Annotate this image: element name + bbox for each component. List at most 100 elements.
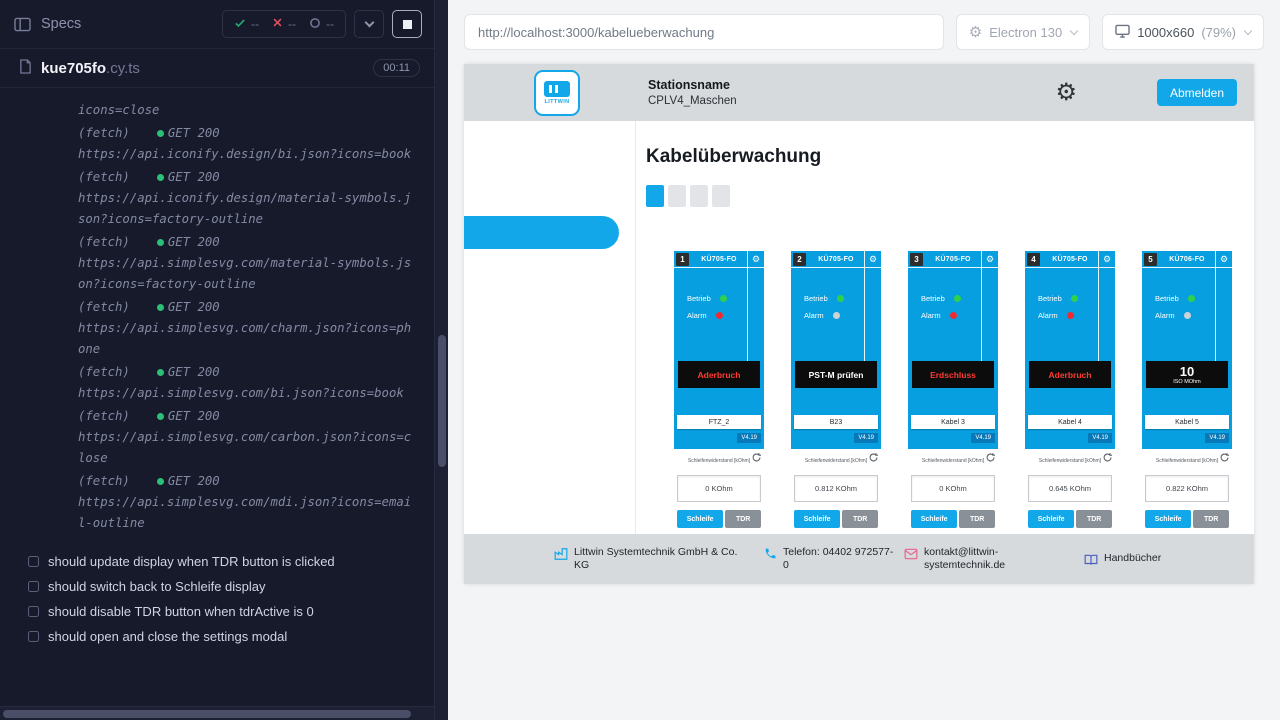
- viewport-size: 1000x660: [1137, 25, 1194, 40]
- fetch-label: (fetch): [78, 167, 130, 188]
- footer-item[interactable]: kontakt@littwin-systemtechnik.de: [904, 546, 1084, 572]
- browser-select[interactable]: ⚙ Electron 130: [956, 14, 1090, 50]
- browser-preview: http://localhost:3000/kabelueberwachung …: [448, 0, 1280, 720]
- device-status: Erdschluss: [912, 361, 994, 388]
- device-card: 2 KÜ705-FO ⚙ Betrieb Alarm PST-M prüfen …: [791, 251, 881, 551]
- tdr-button[interactable]: TDR: [1076, 510, 1112, 528]
- http-status: GET 200: [168, 406, 220, 427]
- device-card: 4 KÜ705-FO ⚙ Betrieb Alarm Aderbruch Kab…: [1025, 251, 1115, 551]
- spec-row: kue705fo.cy.ts 00:11: [0, 48, 434, 88]
- test-title: should disable TDR button when tdrActive…: [48, 604, 314, 619]
- test-item[interactable]: should switch back to Schleife display: [0, 574, 434, 599]
- schleife-button[interactable]: Schleife: [1028, 510, 1074, 528]
- tdr-button[interactable]: TDR: [959, 510, 995, 528]
- specs-menu-icon[interactable]: [14, 17, 31, 32]
- log-entry[interactable]: (fetch) GET 200 https://api.simplesvg.co…: [78, 362, 424, 404]
- tdr-button[interactable]: TDR: [1193, 510, 1229, 528]
- http-status: GET 200: [168, 297, 220, 318]
- browser-topbar: http://localhost:3000/kabelueberwachung …: [448, 0, 1280, 64]
- firmware-version: V4.19: [971, 433, 995, 443]
- spec-name[interactable]: kue705fo.cy.ts: [41, 60, 140, 77]
- settings-gear-icon[interactable]: ⚙: [1055, 81, 1077, 105]
- device-settings-icon[interactable]: ⚙: [1215, 251, 1232, 267]
- log-entry[interactable]: (fetch) GET 200 https://api.iconify.desi…: [78, 167, 424, 230]
- schleife-button[interactable]: Schleife: [677, 510, 723, 528]
- tdr-button[interactable]: TDR: [725, 510, 761, 528]
- refresh-icon[interactable]: [751, 452, 762, 463]
- log-entry[interactable]: (fetch) GET 200 https://api.simplesvg.co…: [78, 232, 424, 295]
- pending-icon: [309, 17, 321, 32]
- card-divider: [1215, 268, 1232, 361]
- test-item[interactable]: should open and close the settings modal: [0, 624, 434, 649]
- page: Specs -- -- -- kue705fo.cy.ts 00:11 icon…: [0, 0, 1280, 720]
- device-status: 10 ISO MOhm: [1146, 361, 1228, 388]
- nav-item[interactable]: [464, 216, 619, 249]
- schleife-button[interactable]: Schleife: [794, 510, 840, 528]
- logout-button[interactable]: Abmelden: [1157, 79, 1237, 106]
- refresh-icon[interactable]: [985, 452, 996, 463]
- footer-item[interactable]: Handbücher: [1084, 552, 1161, 567]
- cable-label: B23: [794, 415, 878, 429]
- littwin-logo: LITTWIN: [534, 70, 580, 116]
- rack-tab[interactable]: [646, 185, 664, 207]
- test-item[interactable]: should disable TDR button when tdrActive…: [0, 599, 434, 624]
- refresh-icon[interactable]: [1219, 452, 1230, 463]
- alarm-label: Alarm: [1038, 311, 1058, 320]
- alarm-led: [950, 312, 957, 319]
- footer-item[interactable]: Telefon: 04402 972577-0: [764, 546, 904, 572]
- status-dot-icon: [157, 130, 164, 137]
- device-settings-icon[interactable]: ⚙: [747, 251, 764, 267]
- alarm-led: [1067, 312, 1074, 319]
- command-log: icons=close (fetch) GET 200 https://api.…: [0, 88, 434, 536]
- nav-item[interactable]: [464, 173, 635, 203]
- viewport-zoom: (79%): [1201, 25, 1236, 40]
- footer-text: Littwin Systemtechnik GmbH & Co. KG: [574, 546, 746, 572]
- device-number-badge: 4: [1027, 253, 1040, 266]
- collapse-chevron-button[interactable]: [354, 10, 384, 38]
- rack-tab[interactable]: [690, 185, 708, 207]
- device-status: Aderbruch: [678, 361, 760, 388]
- browser-icon: ⚙: [969, 25, 982, 40]
- horizontal-scrollbar-thumb[interactable]: [3, 710, 411, 718]
- log-entry[interactable]: (fetch) GET 200 https://api.simplesvg.co…: [78, 471, 424, 534]
- log-entry[interactable]: (fetch) GET 200 https://api.iconify.desi…: [78, 123, 424, 165]
- vertical-scrollbar-thumb[interactable]: [438, 335, 446, 467]
- fetch-label: (fetch): [78, 297, 130, 318]
- betrieb-led: [837, 295, 844, 302]
- device-model: KÜ705-FO: [925, 256, 981, 263]
- schleife-button[interactable]: Schleife: [911, 510, 957, 528]
- test-item[interactable]: should update display when TDR button is…: [0, 549, 434, 574]
- log-entry[interactable]: (fetch) GET 200 https://api.simplesvg.co…: [78, 406, 424, 469]
- vertical-scrollbar[interactable]: [434, 0, 448, 720]
- refresh-icon[interactable]: [1102, 452, 1113, 463]
- rack-tab[interactable]: [668, 185, 686, 207]
- device-card: 1 KÜ705-FO ⚙ Betrieb Alarm Aderbruch FTZ…: [674, 251, 764, 551]
- alarm-label: Alarm: [687, 311, 707, 320]
- footer-item[interactable]: Littwin Systemtechnik GmbH & Co. KG: [554, 546, 764, 572]
- log-entry[interactable]: (fetch) GET 200 https://api.simplesvg.co…: [78, 297, 424, 360]
- viewport-select[interactable]: 1000x660 (79%): [1102, 14, 1264, 50]
- cable-label: Kabel 5: [1145, 415, 1229, 429]
- request-url: https://api.simplesvg.com/charm.json?ico…: [78, 318, 416, 360]
- device-settings-icon[interactable]: ⚙: [1098, 251, 1115, 267]
- firmware-version: V4.19: [1088, 433, 1112, 443]
- schleife-button[interactable]: Schleife: [1145, 510, 1191, 528]
- nav-item[interactable]: [464, 262, 635, 292]
- stop-button[interactable]: [392, 10, 422, 38]
- rack-tab[interactable]: [712, 185, 730, 207]
- specs-label: Specs: [41, 16, 81, 32]
- tdr-button[interactable]: TDR: [842, 510, 878, 528]
- device-settings-icon[interactable]: ⚙: [981, 251, 998, 267]
- log-entry[interactable]: icons=close: [78, 100, 424, 121]
- nav-item[interactable]: [464, 305, 635, 335]
- alarm-led: [716, 312, 723, 319]
- status-dot-icon: [157, 239, 164, 246]
- horizontal-scrollbar[interactable]: [0, 706, 434, 720]
- refresh-icon[interactable]: [868, 452, 879, 463]
- device-settings-icon[interactable]: ⚙: [864, 251, 881, 267]
- address-bar[interactable]: http://localhost:3000/kabelueberwachung: [464, 14, 944, 50]
- alarm-led: [833, 312, 840, 319]
- app-footer: Littwin Systemtechnik GmbH & Co. KG Tele…: [464, 534, 1254, 584]
- footer-text: kontakt@littwin-systemtechnik.de: [924, 546, 1036, 572]
- passed-icon: [234, 17, 246, 32]
